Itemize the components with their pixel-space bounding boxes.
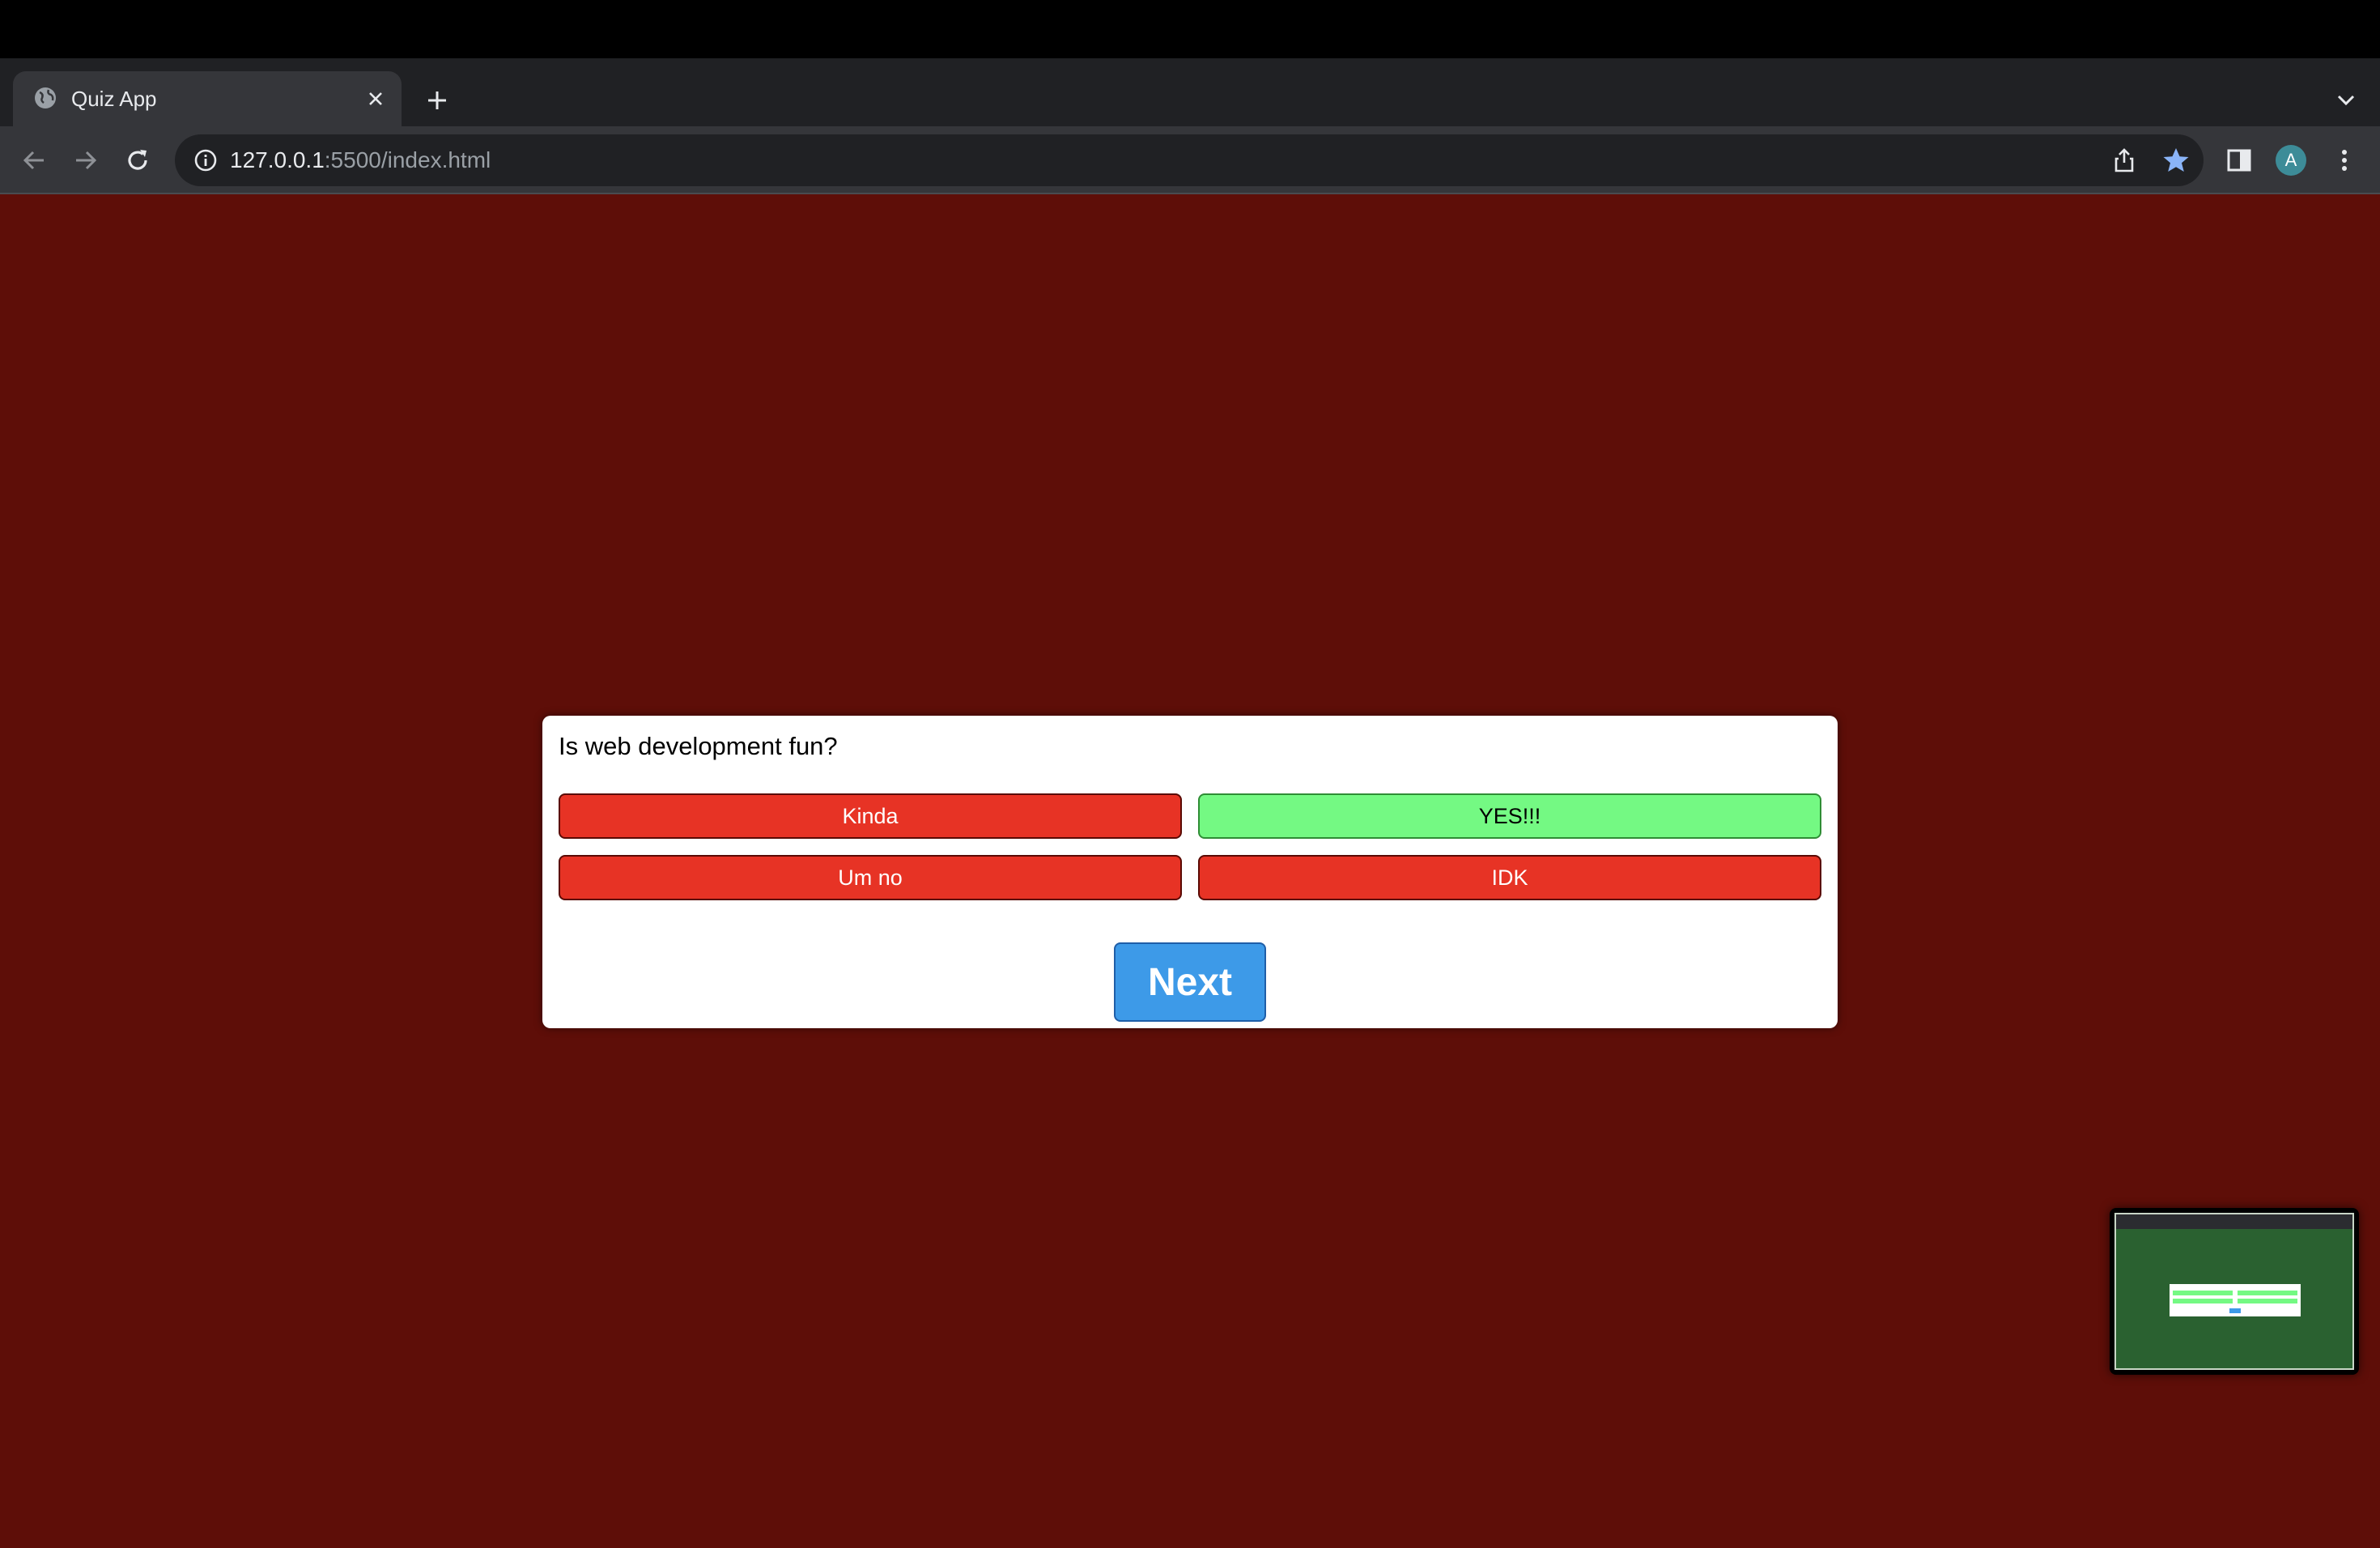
url-text: 127.0.0.1:5500/index.html	[230, 147, 491, 173]
quiz-card: Is web development fun? Kinda YES!!! Um …	[542, 716, 1838, 1028]
top-black-strip	[0, 0, 2380, 58]
url-host: 127.0.0.1	[230, 147, 325, 172]
globe-icon	[32, 85, 58, 111]
thumbnail-browser-chrome	[2116, 1214, 2352, 1229]
thumbnail-content	[2114, 1213, 2354, 1370]
avatar-initial: A	[2276, 145, 2306, 176]
answer-button-yes[interactable]: YES!!!	[1198, 793, 1821, 839]
tab-title: Quiz App	[71, 87, 157, 111]
tab-quiz-app[interactable]: Quiz App	[13, 71, 402, 126]
thumbnail-answer	[2173, 1291, 2233, 1295]
profile-avatar[interactable]: A	[2272, 141, 2310, 180]
back-arrow-icon[interactable]	[15, 141, 53, 180]
bookmark-star-icon[interactable]	[2161, 146, 2191, 175]
thumbnail-answer	[2238, 1291, 2297, 1295]
thumbnail-answer	[2173, 1299, 2233, 1303]
window-preview-thumbnail[interactable]	[2110, 1208, 2359, 1375]
question-text: Is web development fun?	[559, 732, 838, 760]
tab-search-chevron-down-icon[interactable]	[2330, 84, 2362, 117]
side-panel-icon[interactable]	[2220, 141, 2259, 180]
answer-buttons: Kinda YES!!! Um no IDK	[559, 793, 1821, 900]
answer-button-um-no[interactable]: Um no	[559, 855, 1182, 900]
browser-toolbar: 127.0.0.1:5500/index.html A	[0, 126, 2380, 194]
tab-close-icon[interactable]	[361, 84, 390, 113]
thumbnail-answer	[2238, 1299, 2297, 1303]
answer-button-idk[interactable]: IDK	[1198, 855, 1821, 900]
url-path: :5500/index.html	[324, 147, 491, 172]
new-tab-plus-icon[interactable]	[419, 83, 455, 118]
next-button[interactable]: Next	[1114, 942, 1266, 1022]
browser-tabstrip: Quiz App	[0, 58, 2380, 126]
reload-icon[interactable]	[118, 141, 157, 180]
page-viewport: Is web development fun? Kinda YES!!! Um …	[0, 194, 2380, 1548]
forward-arrow-icon[interactable]	[66, 141, 105, 180]
site-info-icon[interactable]	[193, 147, 219, 173]
address-bar[interactable]: 127.0.0.1:5500/index.html	[175, 134, 2204, 186]
more-menu-icon[interactable]	[2325, 141, 2364, 180]
thumbnail-quiz-card	[2170, 1284, 2301, 1316]
screen: Quiz App 127.0.0.1:5500/index.html A Is …	[0, 0, 2380, 1548]
thumbnail-next-button	[2229, 1308, 2241, 1313]
share-icon[interactable]	[2110, 146, 2139, 175]
answer-button-kinda[interactable]: Kinda	[559, 793, 1182, 839]
